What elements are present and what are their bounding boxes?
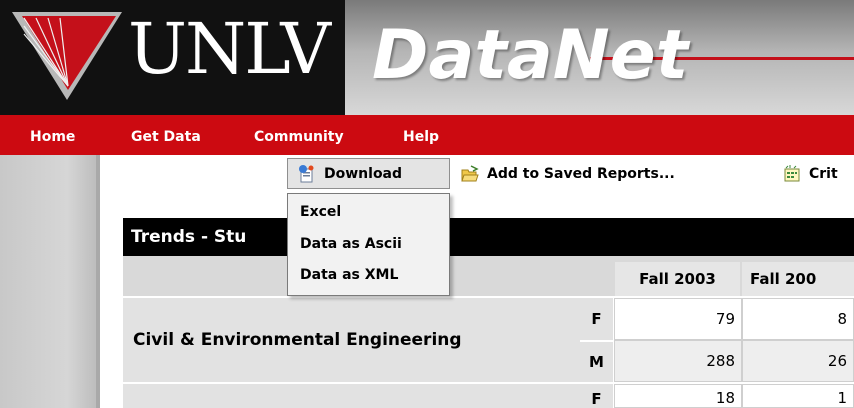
left-gutter [0,155,96,408]
sex-label: M [580,340,613,382]
add-to-saved-reports-button[interactable]: Add to Saved Reports... [461,158,675,189]
menu-item-data-as-ascii[interactable]: Data as Ascii [300,236,402,252]
nav-community[interactable]: Community [254,130,344,144]
nav-help[interactable]: Help [403,130,439,144]
download-label: Download [324,165,403,182]
table-cell: 1 [742,384,854,408]
header-banner: UNLV DataNet [0,0,854,115]
table-cell: 8 [742,298,854,340]
product-logo-text: DataNet [372,16,689,95]
table-cell: 79 [614,298,742,340]
university-logo-text: UNLV [128,8,331,90]
menu-item-data-as-xml[interactable]: Data as XML [300,267,398,283]
download-button[interactable]: Download [287,158,450,189]
table-cell: 26 [742,340,854,382]
left-gutter-edge [96,155,100,408]
department-label [123,382,580,408]
criteria-icon [784,164,800,181]
criteria-button[interactable]: Crit [783,158,838,189]
department-label: Civil & Environmental Engineering [123,296,580,382]
table-cell: 288 [614,340,742,382]
download-menu: Excel Data as Ascii Data as XML [287,193,450,296]
column-header: Fall 200 [742,262,854,296]
sex-label: F [580,382,613,408]
nav-get-data[interactable]: Get Data [131,130,201,144]
folder-open-icon [461,164,479,181]
report-title-bar: Trends - Stuunt [123,218,854,256]
add-to-saved-reports-label: Add to Saved Reports... [487,165,675,182]
unlv-logo-icon [12,12,122,100]
main-nav: Home Get Data Community Help [0,115,854,155]
nav-home[interactable]: Home [30,130,75,144]
table-cell: 18 [614,384,742,408]
download-icon [299,164,314,182]
column-header: Fall 2003 [615,262,740,296]
sex-label: F [580,296,613,340]
menu-item-excel[interactable]: Excel [300,204,341,220]
criteria-label: Crit [809,165,838,182]
